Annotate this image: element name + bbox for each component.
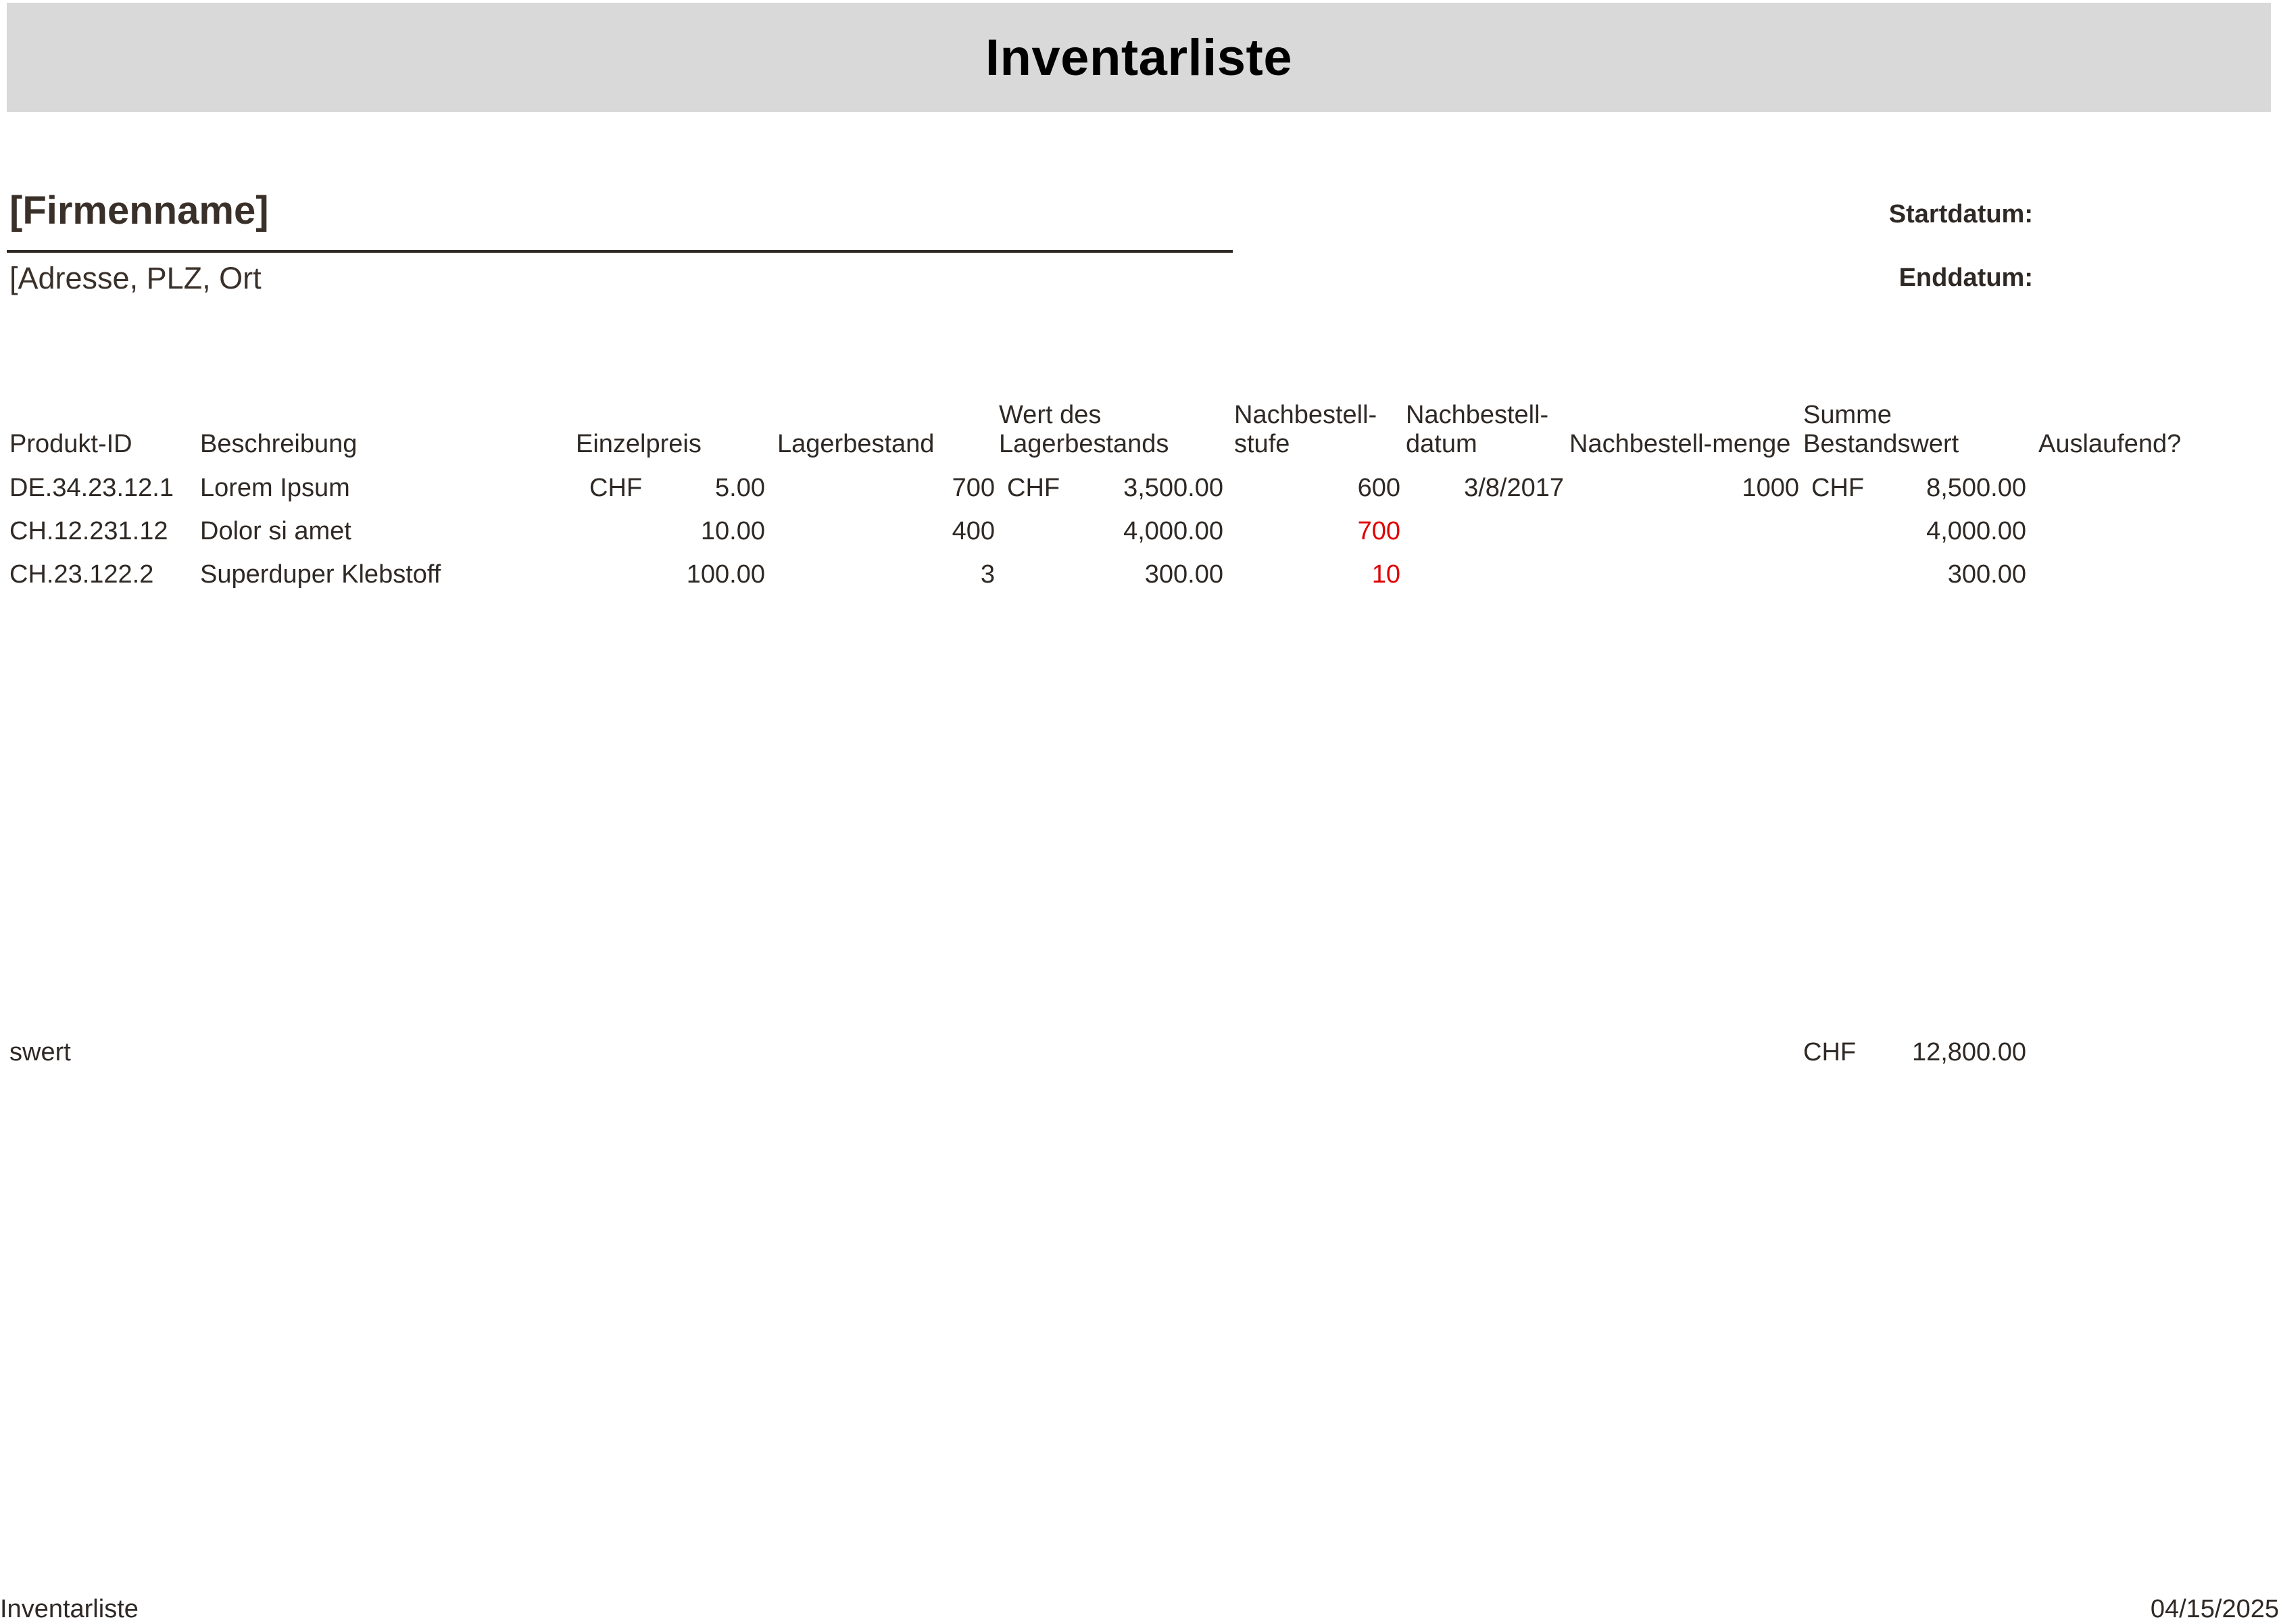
cell-stock-value: 4,000.00 — [1123, 517, 1223, 545]
cell-product-id[interactable]: DE.34.23.12.1 — [9, 473, 174, 503]
cell-stock-value-currency: CHF — [1007, 474, 1060, 502]
cell-unit-price[interactable]: 100.00 — [687, 560, 765, 589]
summary-currency: CHF — [1803, 1038, 1857, 1066]
cell-description[interactable]: Dolor si amet — [200, 516, 351, 546]
col-header-reorder-date: Nachbestell- datum — [1406, 401, 1549, 458]
summary-total-value: 12,800.00 — [1911, 1038, 2026, 1066]
cell-unit-price[interactable]: 10.00 — [701, 516, 765, 546]
title-banner: Inventarliste — [7, 3, 2271, 112]
cell-reorder-level-flagged[interactable]: 700 — [1358, 516, 1400, 546]
cell-total-currency: CHF — [1811, 474, 1865, 502]
cell-total-value: 4,000.00 — [1926, 517, 2026, 545]
cell-description[interactable]: Lorem Ipsum — [200, 473, 350, 503]
cell-stock[interactable]: 700 — [952, 473, 995, 503]
col-header-stock-value: Wert des Lagerbestands — [999, 401, 1169, 458]
end-date-label: Enddatum: — [1898, 264, 2033, 292]
footer-date: 04/15/2025 — [2150, 1595, 2279, 1623]
col-header-total-value: Summe Bestandswert — [1803, 401, 1959, 458]
footer-title: Inventarliste — [0, 1595, 139, 1623]
cell-description[interactable]: Superduper Klebstoff — [200, 560, 441, 589]
summary-label: swert — [9, 1038, 71, 1066]
cell-total-value: 8,500.00 — [1926, 474, 2026, 502]
company-divider — [7, 250, 1233, 253]
cell-reorder-qty[interactable]: 1000 — [1742, 473, 1799, 503]
start-date-label: Startdatum: — [1888, 200, 2033, 228]
cell-reorder-date[interactable]: 3/8/2017 — [1464, 473, 1564, 503]
cell-reorder-level-flagged[interactable]: 10 — [1372, 560, 1400, 589]
page-title: Inventarliste — [985, 28, 1293, 87]
cell-stock-value: 300.00 — [1144, 560, 1223, 589]
cell-unit-price[interactable]: 5.00 — [715, 473, 765, 503]
cell-reorder-level[interactable]: 600 — [1358, 473, 1400, 503]
cell-stock[interactable]: 400 — [952, 516, 995, 546]
col-header-description: Beschreibung — [200, 430, 358, 458]
col-header-product-id: Produkt-ID — [9, 430, 132, 458]
cell-stock-value: 3,500.00 — [1123, 474, 1223, 502]
cell-price-currency: CHF — [589, 474, 643, 502]
col-header-unit-price: Einzelpreis — [576, 430, 702, 458]
company-name[interactable]: [Firmenname] — [9, 188, 269, 233]
col-header-reorder-level: Nachbestell- stufe — [1234, 401, 1377, 458]
col-header-reorder-qty: Nachbestell-menge — [1569, 430, 1791, 458]
cell-total-value: 300.00 — [1947, 560, 2026, 589]
col-header-discontinued: Auslaufend? — [2038, 430, 2182, 458]
cell-stock[interactable]: 3 — [981, 560, 995, 589]
company-address[interactable]: [Adresse, PLZ, Ort — [9, 261, 262, 296]
col-header-stock: Lagerbestand — [777, 430, 935, 458]
inventory-sheet: Inventarliste [Firmenname] [Adresse, PLZ… — [0, 0, 2279, 1624]
cell-product-id[interactable]: CH.23.122.2 — [9, 560, 153, 589]
cell-product-id[interactable]: CH.12.231.12 — [9, 516, 168, 546]
